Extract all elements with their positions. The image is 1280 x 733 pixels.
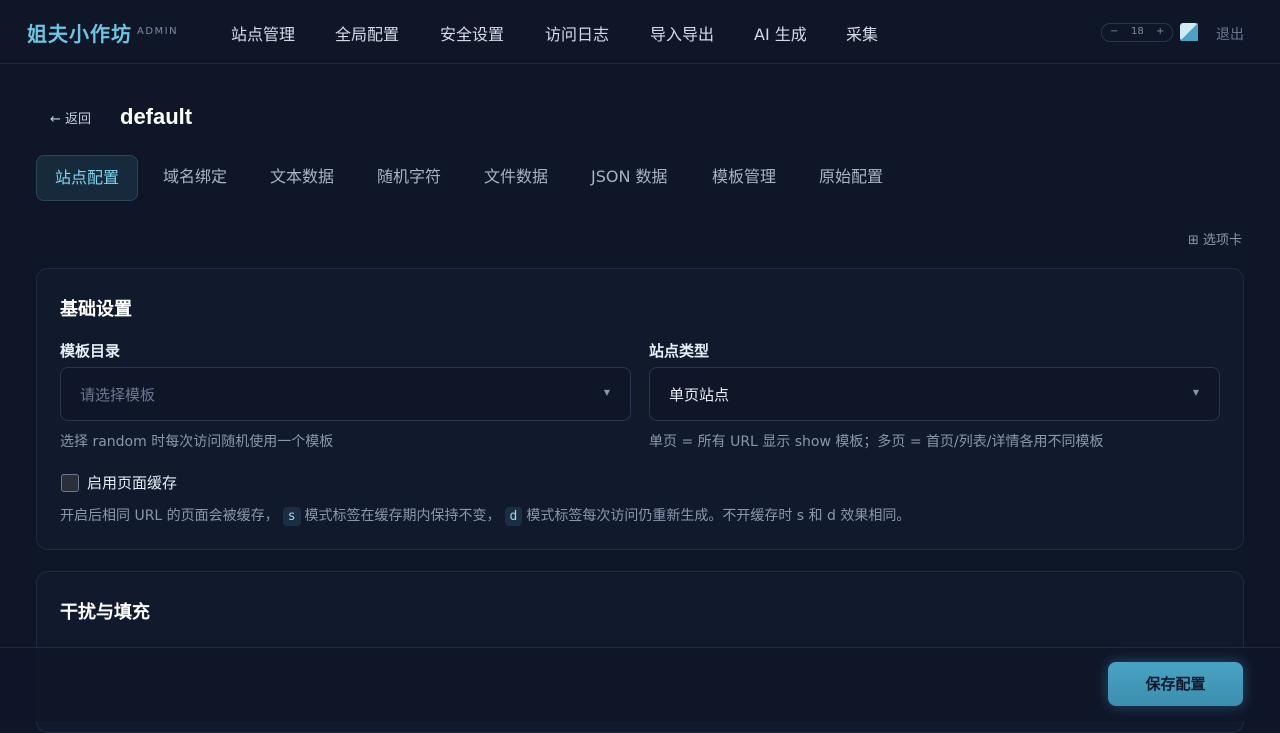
tab-raw-config[interactable]: 原始配置 [819, 155, 883, 199]
site-type-hint: 单页 = 所有 URL 显示 show 模板；多页 = 首页/列表/详情各用不同… [649, 434, 1104, 450]
cache-hint-part1: 开启后相同 URL 的页面会被缓存， [60, 508, 279, 524]
brand-logo[interactable]: 姐夫小作坊 [27, 18, 132, 47]
code-s-tag: s [282, 507, 301, 526]
nav-security-settings[interactable]: 安全设置 [440, 21, 504, 45]
tab-random-chars[interactable]: 随机字符 [377, 155, 441, 199]
brand-subtitle: ADMIN [137, 26, 179, 37]
section-title-basic: 基础设置 [60, 299, 132, 320]
site-type-label: 站点类型 [649, 342, 710, 360]
page-cache-hint: 开启后相同 URL 的页面会被缓存， s 模式标签在缓存期内保持不变， d 模式标签每次… [60, 505, 910, 526]
template-placeholder: 请选择模板 [80, 386, 156, 404]
section-title-interference: 干扰与填充 [60, 602, 150, 623]
tab-site-config[interactable]: 站点配置 [36, 155, 138, 201]
cache-hint-part3: 模式标签每次访问仍重新生成。不开缓存时 s 和 d 效果相同。 [526, 508, 911, 524]
font-size-control: − 18 + [1101, 23, 1173, 42]
zoom-in-button[interactable]: + [1156, 26, 1164, 37]
top-navbar: 姐夫小作坊 ADMIN 站点管理 全局配置 安全设置 访问日志 导入导出 AI … [0, 0, 1280, 64]
bottom-action-bar [0, 647, 1280, 721]
basic-settings-card: 基础设置 模板目录 请选择模板 ▼ 选择 random 时每次访问随机使用一个模… [36, 268, 1244, 550]
nav-ai-generate[interactable]: AI 生成 [754, 21, 807, 45]
nav-site-management[interactable]: 站点管理 [231, 21, 295, 45]
zoom-out-button[interactable]: − [1110, 26, 1118, 37]
nav-collect[interactable]: 采集 [846, 21, 878, 45]
nav-global-config[interactable]: 全局配置 [335, 21, 399, 45]
nav-import-export[interactable]: 导入导出 [650, 21, 714, 45]
chevron-down-icon: ▼ [603, 388, 610, 397]
nav-access-logs[interactable]: 访问日志 [545, 21, 609, 45]
page-cache-checkbox[interactable] [61, 474, 79, 492]
chevron-down-icon: ▼ [1192, 388, 1199, 397]
site-type-select[interactable]: 单页站点 ▼ [649, 367, 1220, 421]
tab-text-data[interactable]: 文本数据 [270, 155, 334, 199]
save-config-button[interactable]: 保存配置 [1108, 662, 1243, 706]
page-cache-label[interactable]: 启用页面缓存 [87, 472, 177, 493]
template-dir-label: 模板目录 [60, 342, 121, 360]
tab-layout-toggle[interactable]: ⊞ 选项卡 [1188, 229, 1242, 248]
tab-domain-binding[interactable]: 域名绑定 [163, 155, 227, 199]
template-hint: 选择 random 时每次访问随机使用一个模板 [60, 434, 334, 450]
font-size-value: 18 [1131, 26, 1144, 37]
page-title: default [120, 104, 193, 129]
tab-json-data[interactable]: JSON 数据 [591, 155, 668, 199]
cache-hint-part2: 模式标签在缓存期内保持不变， [304, 508, 501, 524]
tab-template-management[interactable]: 模板管理 [712, 155, 776, 199]
logout-button[interactable]: 退出 [1216, 24, 1244, 44]
code-d-tag: d [504, 507, 523, 526]
back-button[interactable]: ← 返回 [50, 108, 91, 127]
template-select[interactable]: 请选择模板 ▼ [60, 367, 631, 421]
tab-file-data[interactable]: 文件数据 [484, 155, 548, 199]
theme-toggle-icon[interactable] [1179, 22, 1199, 42]
site-type-value: 单页站点 [669, 386, 730, 404]
